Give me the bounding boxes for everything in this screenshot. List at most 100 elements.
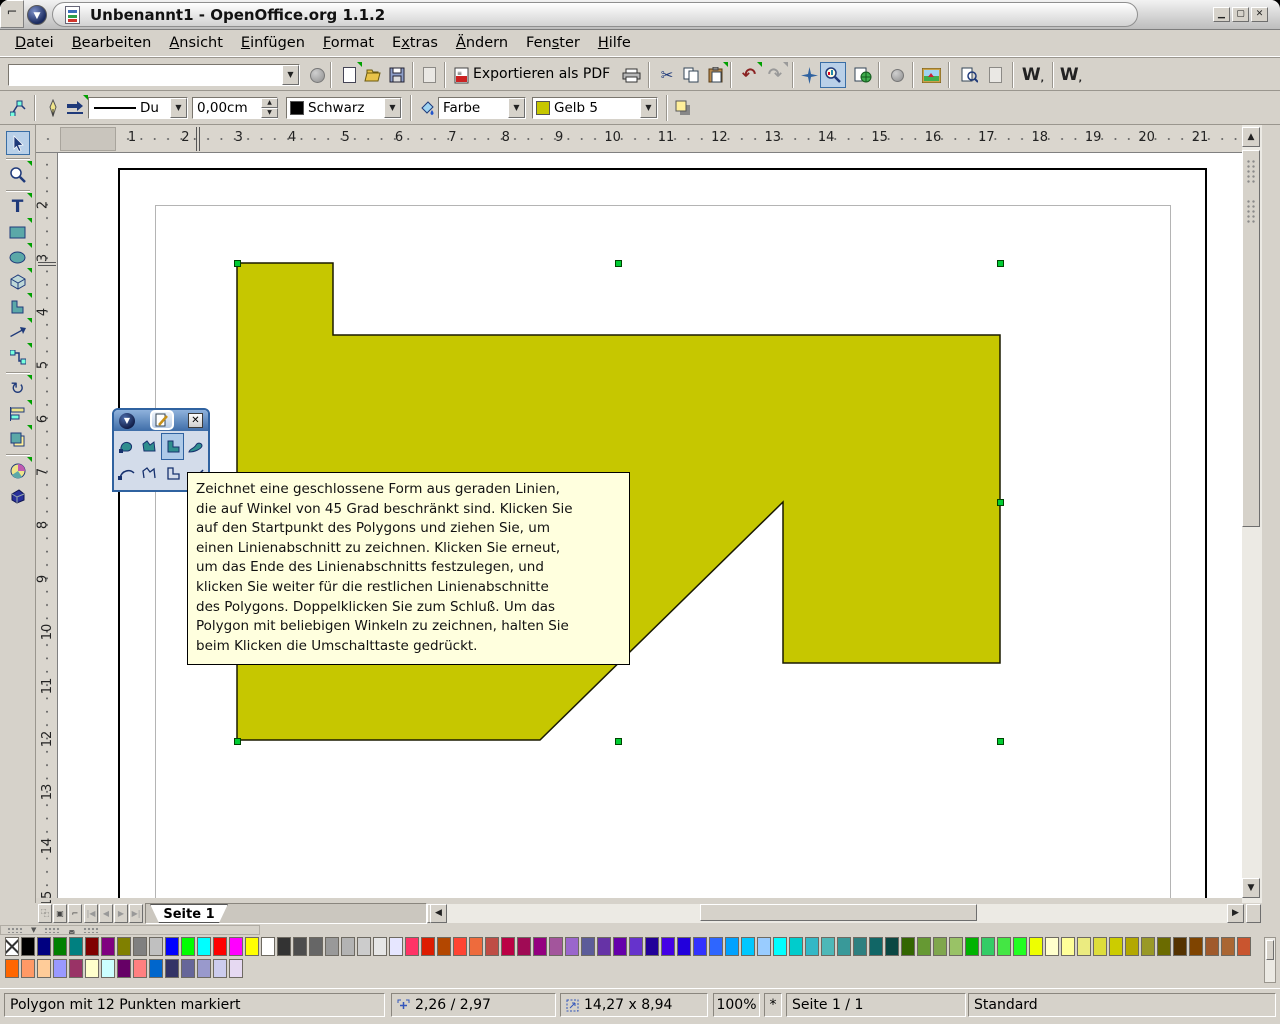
menu-item[interactable]: Extras xyxy=(383,32,447,54)
arrange-tool[interactable] xyxy=(6,427,30,451)
layer-layout-button[interactable]: ⿻ xyxy=(38,904,52,923)
arrow-style-icon[interactable] xyxy=(64,97,86,119)
next-page-icon[interactable]: ▶ xyxy=(114,904,128,923)
layer-dimension-button[interactable]: ⌐ xyxy=(68,904,82,923)
horizontal-scroll-thumb[interactable] xyxy=(700,904,977,921)
scroll-down-icon[interactable]: ▼ xyxy=(1242,878,1260,898)
color-swatch[interactable] xyxy=(869,937,883,956)
line-color-select[interactable]: Schwarz ▼ xyxy=(286,97,402,119)
color-swatch[interactable] xyxy=(1125,937,1139,956)
text-tool[interactable]: T xyxy=(6,195,30,219)
color-swatch[interactable] xyxy=(117,937,131,956)
layer-controls-button[interactable]: ▣ xyxy=(53,904,67,923)
save-button[interactable] xyxy=(386,64,408,86)
status-page[interactable]: Seite 1 / 1 xyxy=(786,993,966,1017)
eraser-icon[interactable]: ◛ xyxy=(68,926,75,934)
color-swatch[interactable] xyxy=(1157,937,1171,956)
color-swatch[interactable] xyxy=(213,959,227,978)
horizontal-ruler[interactable]: 123456789101112131415161718192021 xyxy=(36,125,1242,153)
window-menu-button[interactable]: ▼ xyxy=(27,5,47,25)
color-swatch[interactable] xyxy=(1045,937,1059,956)
color-swatch[interactable] xyxy=(677,937,691,956)
color-swatch[interactable] xyxy=(373,937,387,956)
color-bar-scroll-thumb[interactable] xyxy=(1266,940,1274,960)
color-swatch[interactable] xyxy=(453,937,467,956)
fill-dialog-icon[interactable] xyxy=(416,97,438,119)
color-swatch[interactable] xyxy=(197,959,211,978)
color-swatch[interactable] xyxy=(997,937,1011,956)
color-swatch[interactable] xyxy=(181,959,195,978)
color-swatch[interactable] xyxy=(53,937,67,956)
color-swatch[interactable] xyxy=(21,959,35,978)
selection-handle[interactable] xyxy=(997,499,1004,506)
color-swatch[interactable] xyxy=(69,959,83,978)
color-swatch[interactable] xyxy=(53,959,67,978)
zoom-button[interactable] xyxy=(820,62,846,88)
color-swatch[interactable] xyxy=(1189,937,1203,956)
color-swatch[interactable] xyxy=(965,937,979,956)
previous-page-icon[interactable]: ◀ xyxy=(99,904,113,923)
lines-arrows-tool[interactable] xyxy=(6,320,30,344)
polygon-45-filled-tool[interactable] xyxy=(161,433,184,460)
color-swatch[interactable] xyxy=(469,937,483,956)
scroll-up-icon[interactable]: ▲ xyxy=(1242,127,1260,147)
toolbar-menu-icon[interactable]: ▼ xyxy=(119,413,135,429)
navigator-button[interactable] xyxy=(798,64,820,86)
color-swatch[interactable] xyxy=(1237,937,1251,956)
find-button[interactable] xyxy=(958,64,980,86)
menu-item[interactable]: Bearbeiten xyxy=(63,32,161,54)
color-swatch[interactable] xyxy=(517,937,531,956)
color-swatch[interactable] xyxy=(629,937,643,956)
pdf-export-label[interactable]: Exportieren als PDF xyxy=(473,66,610,82)
selection-handle[interactable] xyxy=(997,738,1004,745)
w-macro-icon-2[interactable]: W, xyxy=(1060,64,1082,86)
minimize-button[interactable]: ▁ xyxy=(1213,7,1230,22)
color-swatch[interactable] xyxy=(389,937,403,956)
color-swatch[interactable] xyxy=(549,937,563,956)
floating-toolbar-titlebar[interactable]: ▼ ✕ xyxy=(114,410,208,431)
color-swatch[interactable] xyxy=(933,937,947,956)
url-input[interactable] xyxy=(9,66,282,84)
color-swatch[interactable] xyxy=(149,959,163,978)
color-swatch[interactable] xyxy=(101,959,115,978)
shadow-button[interactable] xyxy=(672,97,694,119)
color-swatch[interactable] xyxy=(661,937,675,956)
status-position[interactable]: 2,26 / 2,97 xyxy=(391,993,556,1017)
color-swatch[interactable] xyxy=(885,937,899,956)
new-document-button[interactable] xyxy=(338,64,360,86)
color-swatch[interactable] xyxy=(5,959,19,978)
color-bar-scrollbar[interactable] xyxy=(1264,937,1276,983)
color-swatch[interactable] xyxy=(133,937,147,956)
line-style-select[interactable]: Du ▼ xyxy=(88,97,188,119)
first-page-icon[interactable]: |◀ xyxy=(84,904,98,923)
freeform-filled-tool[interactable] xyxy=(184,433,207,460)
rotate-tool[interactable]: ↻ xyxy=(6,377,30,401)
color-swatch[interactable] xyxy=(165,959,179,978)
width-increase-icon[interactable]: ▲ xyxy=(261,98,278,108)
title-bar[interactable]: ▼ Unbenannt1 - OpenOffice.org 1.1.2 ▁ ▢ … xyxy=(0,0,1280,30)
polygon-tool-item[interactable] xyxy=(138,460,161,487)
color-swatch[interactable] xyxy=(1205,937,1219,956)
effects-tool[interactable] xyxy=(6,459,30,483)
connector-tool[interactable] xyxy=(6,345,30,369)
color-swatch[interactable] xyxy=(981,937,995,956)
color-swatch[interactable] xyxy=(101,937,115,956)
selection-handle[interactable] xyxy=(234,260,241,267)
close-button[interactable]: ✕ xyxy=(1251,7,1268,22)
scroll-right-icon[interactable]: ▶ xyxy=(1227,904,1244,923)
3d-controller-tool[interactable] xyxy=(6,484,30,508)
color-swatch[interactable] xyxy=(949,937,963,956)
color-swatch[interactable] xyxy=(693,937,707,956)
color-swatch[interactable] xyxy=(309,937,323,956)
color-swatch[interactable] xyxy=(725,937,739,956)
ruler-origin-button[interactable]: ⌐ xyxy=(0,0,24,28)
color-swatch[interactable] xyxy=(1029,937,1043,956)
gallery-button[interactable] xyxy=(920,64,942,86)
line-style-dropdown-icon[interactable]: ▼ xyxy=(170,98,187,118)
w-macro-icon-1[interactable]: W, xyxy=(1022,64,1044,86)
color-swatch[interactable] xyxy=(917,937,931,956)
color-swatch[interactable] xyxy=(181,937,195,956)
toolbar-edit-icon[interactable] xyxy=(150,410,174,430)
color-swatch[interactable] xyxy=(1109,937,1123,956)
paste-button[interactable] xyxy=(704,64,726,86)
